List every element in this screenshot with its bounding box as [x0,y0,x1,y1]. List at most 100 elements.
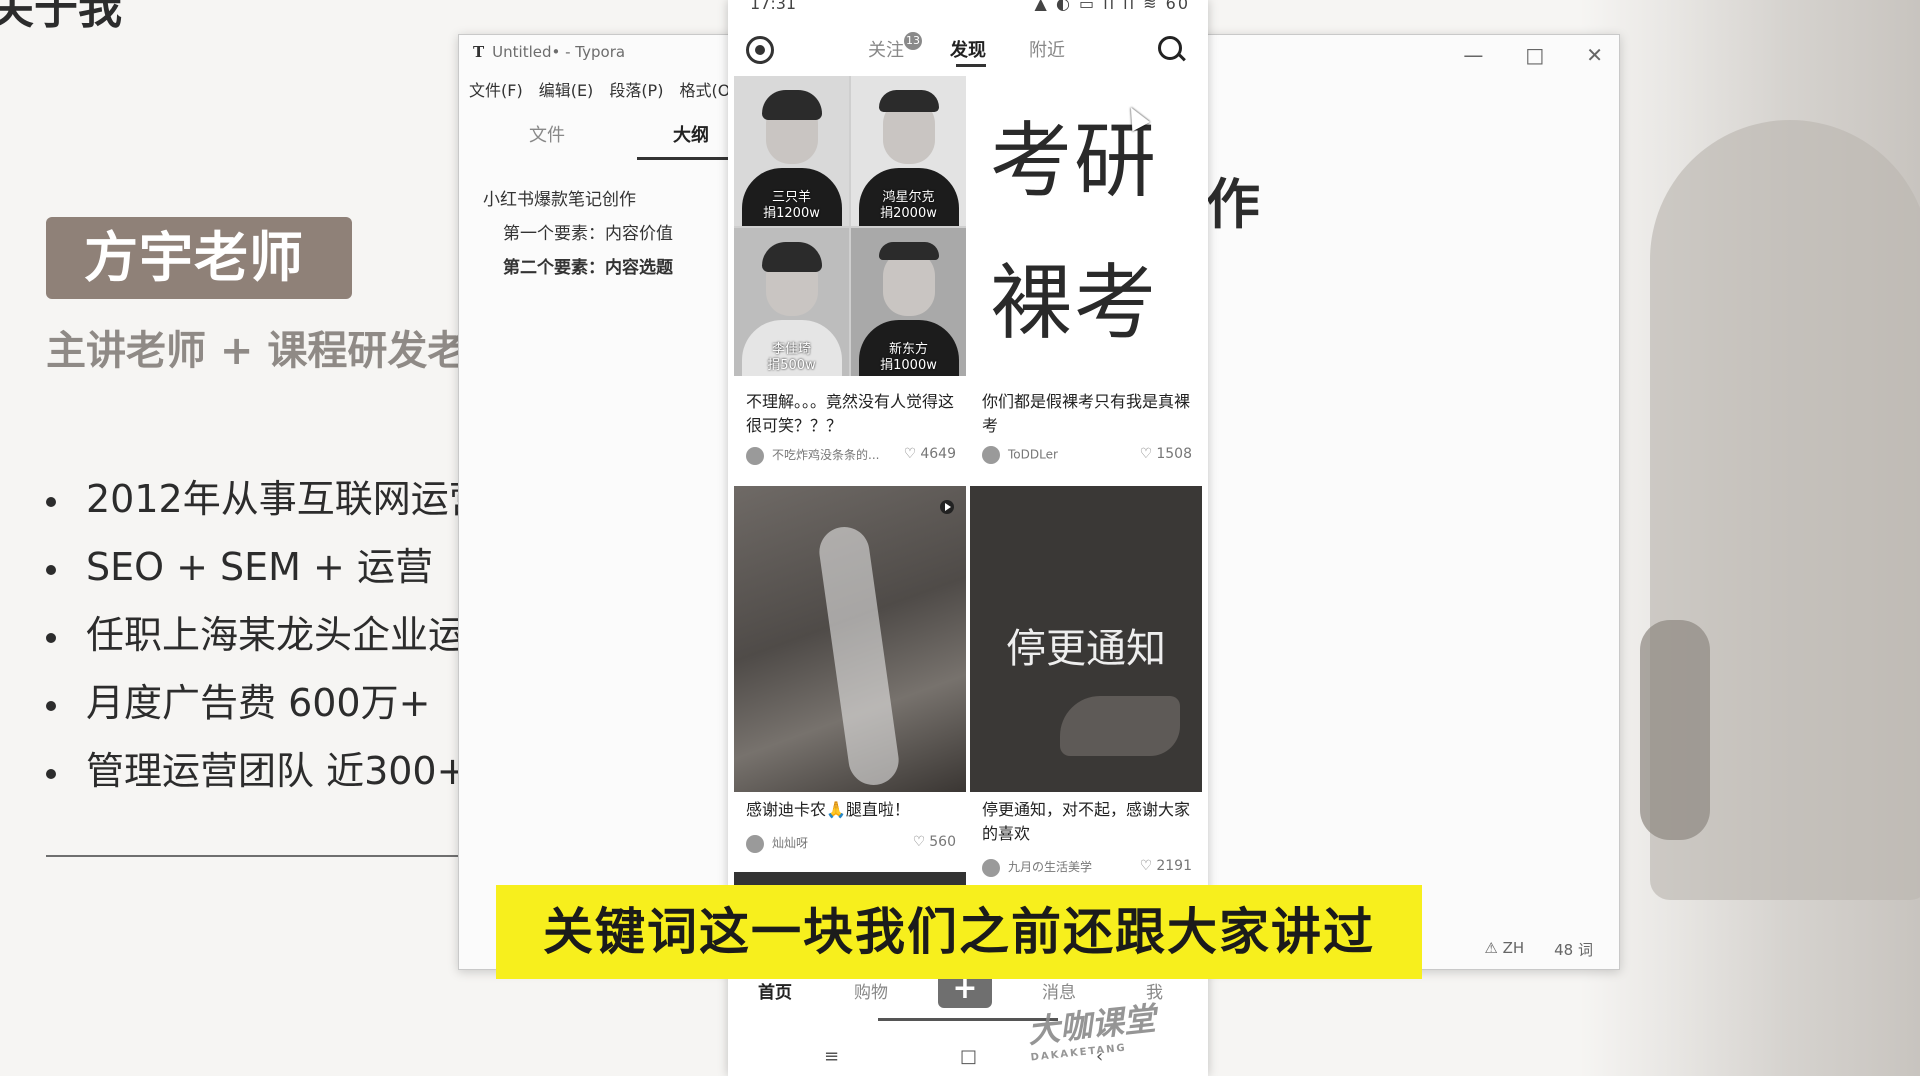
like-count: 560 [929,834,956,850]
maximize-button[interactable]: □ [1525,43,1544,67]
video-play-icon [940,500,954,514]
menu-icon[interactable]: ≡ [824,1046,839,1067]
person-photo: 三只羊 捐1200w [734,76,849,226]
heart-icon: ♡ [912,834,926,850]
avatar[interactable] [746,834,764,853]
person-photo: 鸿星尔克 捐2000w [851,76,966,226]
card-title: 不理解。。。竟然没有人觉得这很可笑？？？ [746,392,955,435]
feed-card[interactable]: 感谢迪卡农🙏腿直啦！ 灿灿呀 ♡ 560 [734,486,966,866]
bullet-item: 月度广告费 600万+ [46,672,430,727]
follow-count-badge: 13 [904,32,922,50]
status-icons: ▲ ◐ ▭ ıl ıl ≋ 60 [1034,0,1190,13]
avatar[interactable] [982,446,1000,464]
close-button[interactable]: ✕ [1586,43,1603,67]
like-count: 4649 [920,446,956,462]
card-image-text: 考研 裸考 [970,76,1202,376]
like-button[interactable]: ♡ 560 [913,834,956,850]
typora-app-icon: T [473,43,485,61]
bullet-dot [46,768,56,779]
camera-icon[interactable] [746,36,774,64]
status-bar: ⚠ ZH 48 词 [1484,939,1593,960]
heart-icon: ♡ [1139,858,1153,874]
image-highlight [816,523,902,789]
card-image-video [734,486,966,792]
bullet-dot [46,632,56,643]
card-meta: 灿灿呀 ♡ 560 [746,834,956,853]
home-icon[interactable]: □ [960,1046,977,1067]
next-card-peek [734,872,966,886]
slide-fragment-text: 作 [1206,173,1260,236]
card-title: 感谢迪卡农🙏腿直啦！ [746,800,910,819]
tab-discover[interactable]: 发现 [950,36,986,62]
card-meta: 不吃炸鸡没条条的... ♡ 4649 [746,446,956,465]
like-button[interactable]: ♡ 1508 [1140,446,1192,462]
avatar[interactable] [982,858,1000,877]
bullet-item: SEO + SEM + 运营 [46,536,433,591]
nav-home[interactable]: 首页 [758,978,792,1003]
tab-files[interactable]: 文件 [529,121,565,147]
feed-card[interactable]: 停更通知 停更通知，对不起，感谢大家的喜欢 九月の生活美学 ♡ 2191 [970,486,1202,886]
author-name[interactable]: 灿灿呀 [772,836,808,850]
photo-caption: 捐1200w [763,206,820,221]
avatar[interactable] [746,446,764,465]
person-photo: 李佳琦 捐500w [734,228,849,376]
video-subtitle: 关键词这一块我们之前还跟大家讲过 [496,885,1422,979]
feed-card[interactable]: 考研 裸考 你们都是假裸考只有我是真裸考 ToDDLer ♡ 1508 [970,76,1202,476]
window-title-text: Untitled• - Typora [492,43,626,61]
window-title: T Untitled• - Typora [473,43,625,61]
outline-item-h2-active[interactable]: 第二个要素：内容选题 [503,253,673,278]
like-button[interactable]: ♡ 2191 [1140,858,1192,874]
heart-icon: ♡ [1139,446,1153,462]
bullet-text: SEO + SEM + 运营 [86,545,433,589]
author-name[interactable]: 九月の生活美学 [1008,860,1092,874]
phone-status-bar: 17:31 ▲ ◐ ▭ ıl ıl ≋ 60 [750,0,1190,13]
like-count: 2191 [1156,858,1192,874]
feed-card[interactable]: 三只羊 捐1200w 鸿星尔克 捐2000w 李佳琦 捐500w 新东方 捐1000w … [734,76,966,476]
photo-caption: 新东方 [888,342,928,357]
background-person-arm [1640,620,1710,840]
author-name[interactable]: 不吃炸鸡没条条的... [772,448,879,462]
card-title: 停更通知，对不起，感谢大家的喜欢 [982,800,1191,843]
slide-divider [46,855,476,857]
photo-caption: 捐2000w [880,206,937,221]
tab-follow[interactable]: 关注 [868,36,904,62]
photo-caption: 鸿星尔克 [882,190,935,205]
heart-icon: ♡ [903,446,917,462]
outline-item-h2[interactable]: 第一个要素：内容价值 [503,219,673,244]
tab-outline[interactable]: 大纲 [673,121,709,147]
bullet-text: 管理运营团队 近300+ [86,749,469,793]
nav-messages[interactable]: 消息 [1042,978,1076,1003]
slide-title: 关于我 [0,0,122,34]
active-tab-indicator [637,157,737,160]
spellcheck-language[interactable]: ⚠ ZH [1484,939,1524,960]
menu-bar: 文件(F) 编辑(E) 段落(P) 格式(O) [469,77,737,101]
teacher-name-badge: 方宇老师 [46,217,352,299]
photo-caption: 李佳琦 [771,342,811,357]
bullet-item: 2012年从事互联网运营 [46,468,487,523]
minimize-button[interactable]: — [1463,43,1483,67]
menu-file[interactable]: 文件(F) [469,77,523,101]
card-title: 你们都是假裸考只有我是真裸考 [982,392,1191,435]
tab-nearby[interactable]: 附近 [1029,36,1065,62]
author-name[interactable]: ToDDLer [1008,448,1058,462]
bullet-item: 任职上海某龙头企业运 [46,604,466,659]
image-text-line: 裸考 [990,256,1159,351]
bullet-dot [46,564,56,575]
like-button[interactable]: ♡ 4649 [904,446,956,462]
bullet-text: 任职上海某龙头企业运 [86,613,467,657]
card-image-dark: 停更通知 [970,486,1202,792]
menu-paragraph[interactable]: 段落(P) [609,77,663,101]
card-meta: 九月の生活美学 ♡ 2191 [982,858,1192,877]
nav-shop[interactable]: 购物 [854,978,888,1003]
menu-edit[interactable]: 编辑(E) [539,77,594,101]
search-icon[interactable] [1158,36,1182,60]
word-count[interactable]: 48 词 [1554,939,1593,960]
bullet-text: 2012年从事互联网运营 [86,477,487,521]
image-hand-shape [1060,696,1180,756]
outline-item-h1[interactable]: 小红书爆款笔记创作 [483,185,636,210]
photo-caption: 捐1000w [880,358,937,373]
active-tab-indicator [956,64,986,67]
bullet-dot [46,700,56,711]
like-count: 1508 [1156,446,1192,462]
app-header: 关注 13 发现 附近 [728,28,1208,72]
